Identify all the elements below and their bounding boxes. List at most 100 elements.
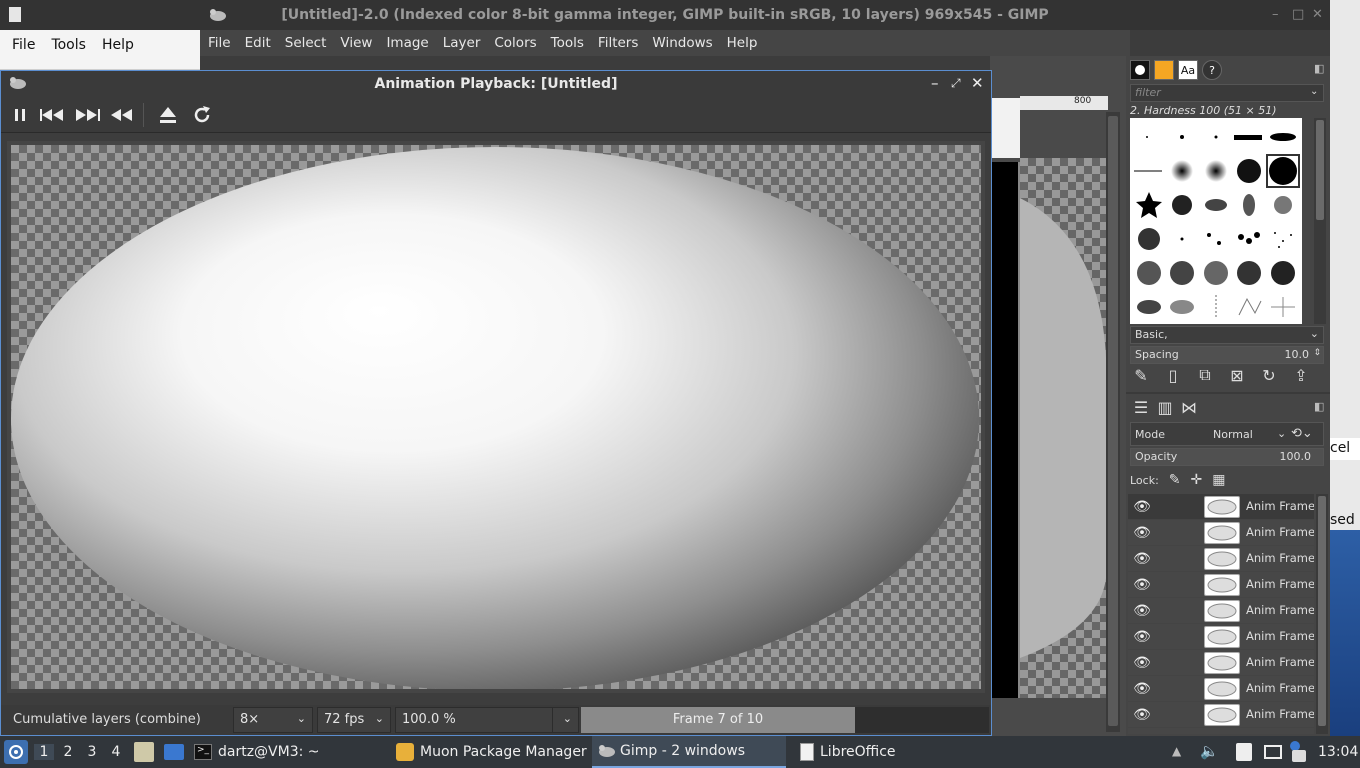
animation-preview-canvas[interactable] — [11, 145, 981, 689]
close-icon[interactable]: ✕ — [971, 74, 984, 92]
chevron-down-icon[interactable]: ⌄ — [1310, 86, 1318, 97]
visibility-eye-icon[interactable]: 👁 — [1128, 603, 1156, 619]
help-tab-icon[interactable]: ? — [1202, 60, 1222, 80]
lock-position-icon[interactable]: ✛ — [1191, 472, 1203, 488]
duplicate-brush-icon[interactable]: ⧉ — [1194, 364, 1216, 386]
desktop-2[interactable]: 2 — [58, 744, 78, 760]
layers-scrollbar[interactable] — [1316, 494, 1328, 734]
fonts-tab-icon[interactable]: Aa — [1178, 60, 1198, 80]
gimp-menu-layer[interactable]: Layer — [436, 35, 488, 51]
speed-select[interactable]: 8× ⌄ — [233, 707, 313, 733]
mode-switch-icon[interactable]: ⟲⌄ — [1291, 426, 1313, 441]
lock-pixels-icon[interactable]: ✎ — [1169, 472, 1181, 488]
maximize-icon[interactable]: □ — [1292, 7, 1304, 22]
layer-row[interactable]: 👁 Anim Frame — [1128, 520, 1314, 546]
layer-row[interactable]: 👁 Anim Frame — [1128, 624, 1314, 650]
frame-progress-bar[interactable]: Frame 7 of 10 — [581, 707, 989, 733]
start-menu-icon[interactable] — [4, 740, 28, 764]
step-back-button[interactable] — [109, 103, 135, 127]
desktop-3[interactable]: 3 — [82, 744, 102, 760]
delete-brush-icon[interactable]: ⊠ — [1226, 364, 1248, 386]
spin-arrows-icon[interactable]: ⇕ — [1313, 348, 1321, 358]
visibility-eye-icon[interactable]: 👁 — [1128, 551, 1156, 567]
layer-row[interactable]: 👁 Anim Frame — [1128, 702, 1314, 728]
chevron-down-icon[interactable]: ⌄ — [563, 712, 572, 725]
visibility-eye-icon[interactable]: 👁 — [1128, 499, 1156, 515]
layer-row[interactable]: 👁 Anim Frame — [1128, 546, 1314, 572]
desktop-4[interactable]: 4 — [106, 744, 126, 760]
tray-up-arrow-icon[interactable]: ▲ — [1172, 744, 1181, 758]
pause-button[interactable] — [7, 103, 33, 127]
close-icon[interactable]: ✕ — [1312, 7, 1323, 22]
reload-button[interactable] — [189, 103, 215, 127]
desktop-1[interactable]: 1 — [34, 744, 54, 760]
layer-row[interactable]: 👁 Anim Frame — [1128, 598, 1314, 624]
layers-tab-icon[interactable]: ☰ — [1130, 396, 1152, 418]
visibility-eye-icon[interactable]: 👁 — [1128, 629, 1156, 645]
gimp-menu-file[interactable]: File — [201, 35, 238, 51]
task-terminal[interactable]: >_ dartz@VM3: ~ — [194, 736, 320, 768]
gimp-menu-select[interactable]: Select — [278, 35, 334, 51]
dock-separator[interactable] — [1126, 392, 1330, 394]
layer-row[interactable]: 👁 Anim Frame — [1128, 650, 1314, 676]
gimp-menu-view[interactable]: View — [333, 35, 379, 51]
minimize-icon[interactable]: – — [1272, 7, 1279, 22]
channels-tab-icon[interactable]: ▥ — [1154, 396, 1176, 418]
task-libreoffice[interactable]: LibreOffice — [800, 736, 896, 768]
opacity-slider[interactable]: Opacity 100.0 — [1130, 448, 1324, 466]
menu-tools[interactable]: Tools — [43, 31, 94, 59]
gimp-menu-edit[interactable]: Edit — [238, 35, 278, 51]
gimp-menu-tools[interactable]: Tools — [544, 35, 591, 51]
visibility-eye-icon[interactable]: 👁 — [1128, 655, 1156, 671]
lock-alpha-icon[interactable]: ▦ — [1212, 472, 1225, 488]
visibility-eye-icon[interactable]: 👁 — [1128, 577, 1156, 593]
file-manager-icon[interactable] — [134, 742, 154, 762]
dock-menu-icon[interactable]: ◧ — [1314, 400, 1324, 413]
fps-select[interactable]: 72 fps ⌄ — [317, 707, 391, 733]
menu-file[interactable]: File — [4, 31, 43, 59]
volume-icon[interactable]: 🔈 — [1200, 742, 1219, 760]
visibility-eye-icon[interactable]: 👁 — [1128, 681, 1156, 697]
layer-row[interactable]: 👁 Anim Frame — [1128, 572, 1314, 598]
brush-grid-scrollbar[interactable] — [1314, 118, 1326, 324]
gimp-vertical-scrollbar[interactable] — [1106, 112, 1120, 732]
network-icon[interactable] — [1264, 745, 1282, 759]
detach-button[interactable] — [155, 103, 181, 127]
layer-row[interactable]: 👁 Anim Frame — [1128, 676, 1314, 702]
brush-set-select[interactable]: Basic, ⌄ — [1130, 326, 1324, 344]
gimp-menu-filters[interactable]: Filters — [591, 35, 645, 51]
minimize-icon[interactable]: – — [931, 74, 939, 92]
brush-grid[interactable] — [1130, 118, 1302, 324]
maximize-icon[interactable]: ⤢ — [951, 76, 961, 91]
edit-brush-icon[interactable]: ✎ — [1130, 364, 1152, 386]
spacing-slider[interactable]: Spacing 10.0 ⇕ — [1130, 346, 1324, 364]
visibility-eye-icon[interactable]: 👁 — [1128, 707, 1156, 723]
show-desktop-icon[interactable] — [164, 744, 184, 760]
zoom-combo[interactable]: 100.0 % ⌄ — [395, 707, 579, 733]
layers-list[interactable]: 👁 Anim Frame 👁 Anim Frame 👁 Anim Frame 👁 Ani… — [1128, 494, 1314, 734]
visibility-eye-icon[interactable]: 👁 — [1128, 525, 1156, 541]
layer-mode-select[interactable]: Mode Normal ⌄ ⟲⌄ — [1130, 422, 1324, 446]
step-forward-button[interactable] — [75, 103, 101, 127]
menu-help[interactable]: Help — [94, 31, 142, 59]
layer-row[interactable]: 👁 Anim Frame — [1128, 494, 1314, 520]
paths-tab-icon[interactable]: ⋈ — [1178, 396, 1200, 418]
open-brush-icon[interactable]: ⇪ — [1290, 364, 1312, 386]
task-gimp[interactable]: Gimp - 2 windows — [592, 736, 786, 768]
gimp-menu-help[interactable]: Help — [720, 35, 765, 51]
rewind-start-button[interactable] — [39, 103, 65, 127]
dock-menu-icon[interactable]: ◧ — [1314, 62, 1324, 75]
gimp-menu-windows[interactable]: Windows — [645, 35, 719, 51]
task-muon[interactable]: Muon Package Manager — [396, 736, 587, 768]
new-brush-icon[interactable]: ▯ — [1162, 364, 1184, 386]
updates-icon[interactable] — [1292, 750, 1306, 762]
background-cancel-text[interactable]: cel — [1330, 438, 1360, 460]
refresh-brushes-icon[interactable]: ↻ — [1258, 364, 1280, 386]
clipboard-icon[interactable] — [1236, 743, 1252, 761]
patterns-tab-icon[interactable] — [1154, 60, 1174, 80]
gimp-image-canvas[interactable] — [1020, 158, 1106, 698]
brushes-tab-icon[interactable] — [1130, 60, 1150, 80]
brush-filter-input[interactable]: filter — [1130, 84, 1324, 102]
gimp-menu-colors[interactable]: Colors — [487, 35, 543, 51]
gimp-menu-image[interactable]: Image — [379, 35, 435, 51]
